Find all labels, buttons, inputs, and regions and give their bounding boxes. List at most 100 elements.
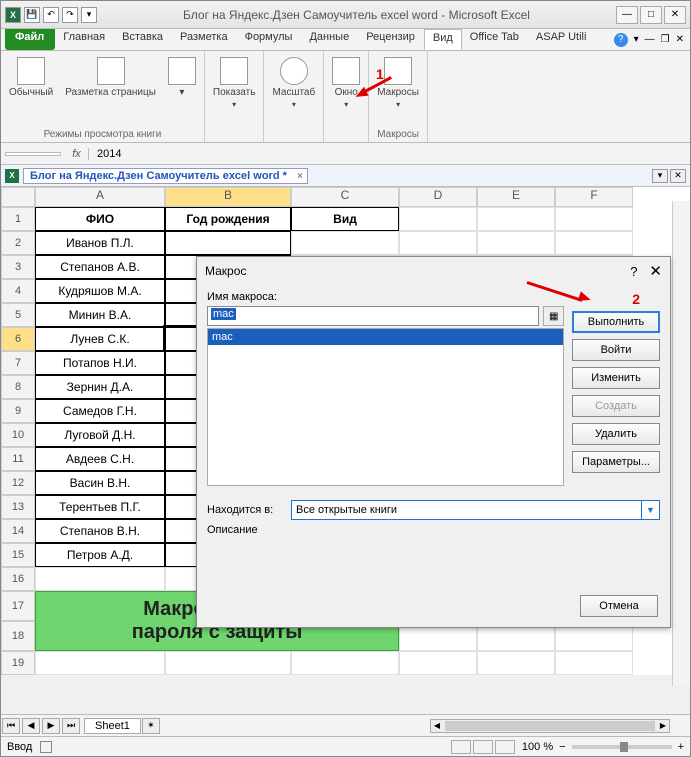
zoom-out-button[interactable]: − — [559, 741, 565, 753]
formula-input[interactable]: 2014 — [93, 148, 686, 160]
row-1[interactable]: 1 — [1, 207, 35, 231]
macro-list-item[interactable]: mac — [208, 329, 563, 345]
col-F[interactable]: F — [555, 187, 633, 207]
page-layout-icon — [97, 57, 125, 85]
status-bar: Ввод 100 % − + — [1, 736, 690, 756]
undo-icon[interactable]: ↶ — [43, 7, 59, 23]
step-into-button[interactable]: Войти — [572, 339, 660, 361]
maximize-button[interactable]: □ — [640, 6, 662, 24]
name-box[interactable] — [5, 152, 61, 156]
wb-min-icon[interactable]: — — [645, 34, 655, 45]
macro-dialog: Макрос ? ✕ Имя макроса: mac ▦ mac Выполн… — [196, 256, 671, 628]
sheet-nav-prev[interactable]: ◀ — [22, 718, 40, 734]
select-all-corner[interactable] — [1, 187, 35, 207]
title-bar: X 💾 ↶ ↷ ▾ Блог на Яндекс.Дзен Самоучител… — [1, 1, 690, 29]
show-button[interactable]: Показать▾ — [211, 55, 258, 111]
tab-file[interactable]: Файл — [5, 29, 55, 50]
help-icon[interactable]: ? — [614, 33, 628, 47]
dialog-title: Макрос — [205, 264, 246, 278]
col-C[interactable]: C — [291, 187, 399, 207]
window-title: Блог на Яндекс.Дзен Самоучитель excel wo… — [97, 8, 616, 22]
doctab-dropdown[interactable]: ▾ — [652, 169, 668, 183]
cell-B1[interactable]: Год рождения — [165, 207, 291, 231]
window-button[interactable]: Окно▾ — [330, 55, 362, 111]
macro-listbox[interactable]: mac — [207, 328, 564, 486]
tab-data[interactable]: Данные — [301, 29, 358, 50]
description-label: Описание — [207, 524, 258, 536]
wb-restore-icon[interactable]: ❐ — [661, 34, 670, 45]
ref-edit-button[interactable]: ▦ — [543, 306, 564, 326]
save-icon[interactable]: 💾 — [24, 7, 40, 23]
close-button[interactable]: ✕ — [664, 6, 686, 24]
new-sheet-button[interactable]: ✶ — [142, 718, 160, 734]
document-tab[interactable]: Блог на Яндекс.Дзен Самоучитель excel wo… — [23, 168, 308, 184]
run-button[interactable]: Выполнить — [572, 311, 660, 333]
ref-edit-icon: ▦ — [549, 311, 558, 322]
cell-C1[interactable]: Вид — [291, 207, 399, 231]
horizontal-scrollbar[interactable]: ◀ ▶ — [430, 719, 670, 733]
macro-name-input[interactable]: mac — [207, 306, 539, 326]
ribbon: Обычный Разметка страницы ▾ Режимы просм… — [1, 51, 690, 143]
sheet-nav-last[interactable]: ⏭ — [62, 718, 80, 734]
annotation-2: 2 — [632, 291, 640, 307]
status-mode: Ввод — [7, 741, 32, 753]
ribbon-min-icon[interactable]: ▾ — [634, 34, 639, 45]
excel-icon: X — [5, 7, 21, 23]
show-icon — [220, 57, 248, 85]
col-E[interactable]: E — [477, 187, 555, 207]
doctab-close-icon[interactable]: × — [297, 171, 303, 182]
col-A[interactable]: A — [35, 187, 165, 207]
view-page-button[interactable] — [473, 740, 493, 754]
sheet-tab[interactable]: Sheet1 — [84, 718, 141, 734]
formula-bar: fx 2014 — [1, 143, 690, 165]
zoom-slider[interactable] — [572, 745, 672, 749]
macros-in-label: Находится в: — [207, 504, 285, 516]
zoom-icon — [280, 57, 308, 85]
fx-icon[interactable]: fx — [65, 148, 89, 160]
normal-view-button[interactable]: Обычный — [7, 55, 55, 100]
zoom-in-button[interactable]: + — [678, 741, 684, 753]
tab-insert[interactable]: Вставка — [114, 29, 172, 50]
create-button: Создать — [572, 395, 660, 417]
macro-name-label: Имя макроса: — [207, 291, 564, 303]
delete-button[interactable]: Удалить — [572, 423, 660, 445]
qat-more-icon[interactable]: ▾ — [81, 7, 97, 23]
sheet-nav-first[interactable]: ⏮ — [2, 718, 20, 734]
cancel-button[interactable]: Отмена — [580, 595, 658, 617]
dialog-help-button[interactable]: ? — [630, 264, 637, 279]
dialog-close-button[interactable]: ✕ — [649, 262, 662, 280]
macros-in-select[interactable]: Все открытые книги ▼ — [291, 500, 660, 520]
view-break-button[interactable] — [495, 740, 515, 754]
tab-formulas[interactable]: Формулы — [237, 29, 302, 50]
minimize-button[interactable]: — — [616, 6, 638, 24]
chevron-down-icon[interactable]: ▼ — [641, 501, 659, 519]
window-icon — [332, 57, 360, 85]
document-tab-bar: X Блог на Яндекс.Дзен Самоучитель excel … — [1, 165, 690, 187]
wb-close-icon[interactable]: ✕ — [676, 34, 684, 45]
options-button[interactable]: Параметры... — [572, 451, 660, 473]
tab-officetab[interactable]: Office Tab — [462, 29, 528, 50]
redo-icon[interactable]: ↷ — [62, 7, 78, 23]
edit-button[interactable]: Изменить — [572, 367, 660, 389]
tab-layout[interactable]: Разметка — [172, 29, 237, 50]
page-layout-button[interactable]: Разметка страницы — [63, 55, 158, 100]
zoom-level[interactable]: 100 % — [522, 741, 553, 753]
view-normal-button[interactable] — [451, 740, 471, 754]
views-more-icon — [168, 57, 196, 85]
views-more-button[interactable]: ▾ — [166, 55, 198, 100]
tab-asap[interactable]: ASAP Utili — [528, 29, 596, 50]
zoom-button[interactable]: Масштаб▾ — [270, 55, 317, 111]
doctab-close-all[interactable]: ✕ — [670, 169, 686, 183]
macro-record-icon[interactable] — [40, 741, 52, 753]
tab-review[interactable]: Рецензир — [358, 29, 424, 50]
tab-view[interactable]: Вид — [424, 29, 462, 50]
col-D[interactable]: D — [399, 187, 477, 207]
cell-A1[interactable]: ФИО — [35, 207, 165, 231]
group-views-label: Режимы просмотра книги — [44, 129, 162, 140]
vertical-scrollbar[interactable] — [672, 201, 690, 686]
ribbon-tabs: Файл Главная Вставка Разметка Формулы Да… — [1, 29, 690, 51]
normal-view-icon — [17, 57, 45, 85]
sheet-nav-next[interactable]: ▶ — [42, 718, 60, 734]
col-B[interactable]: B — [165, 187, 291, 207]
tab-home[interactable]: Главная — [55, 29, 114, 50]
